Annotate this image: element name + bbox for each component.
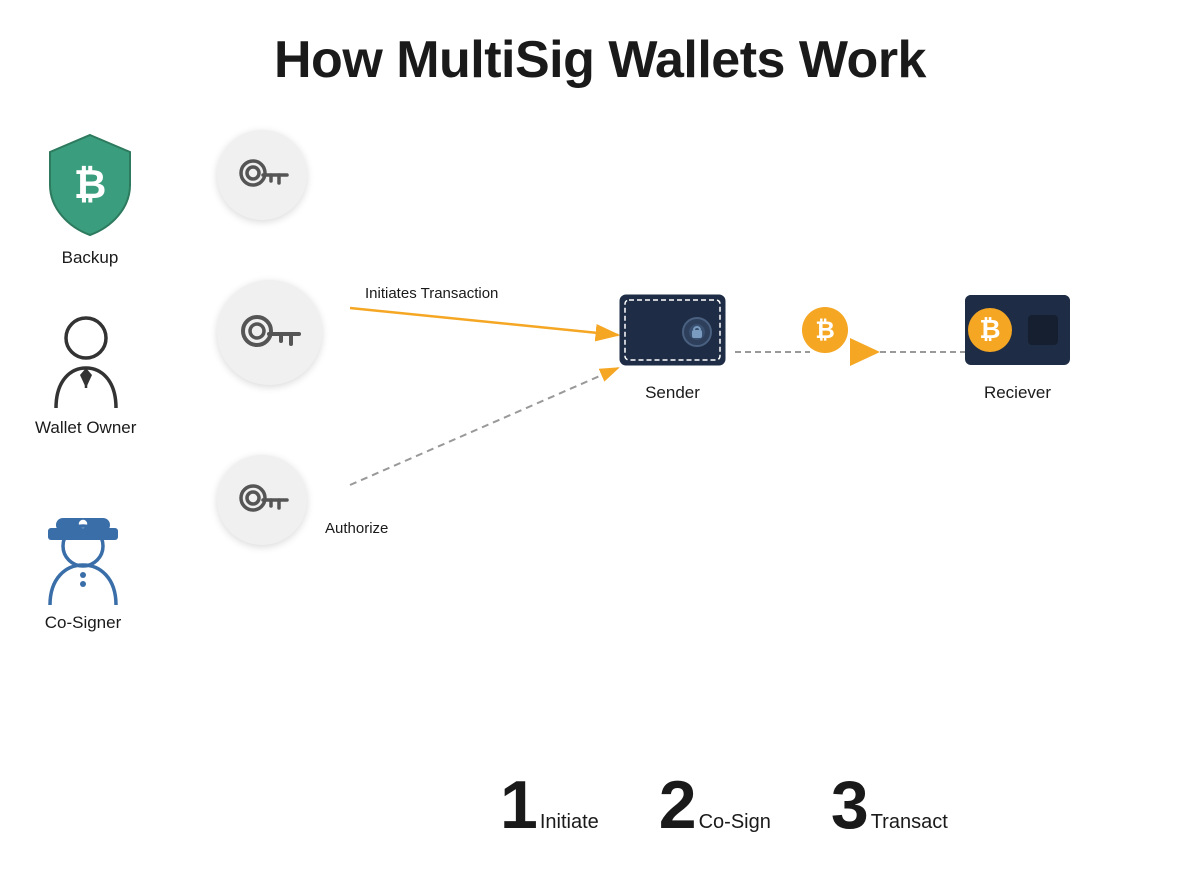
- authorize-label: Authorize: [325, 520, 388, 537]
- backup-key-icon: [235, 155, 290, 195]
- step-3-text: Transact: [871, 811, 948, 834]
- bitcoin-transfer-icon: ₿: [800, 305, 850, 360]
- wallet-owner-actor: Wallet Owner: [35, 310, 136, 438]
- wallet-owner-icon: [36, 310, 136, 410]
- step-3: 3 Transact: [831, 771, 948, 839]
- step-2: 2 Co-Sign: [659, 771, 771, 839]
- receiver-area: ₿ Reciever: [960, 280, 1075, 403]
- co-signer-key-circle: [217, 455, 307, 545]
- step-3-number: 3: [831, 771, 869, 839]
- svg-text:₿: ₿: [74, 163, 107, 207]
- step-1-number: 1: [500, 771, 538, 839]
- step-2-text: Co-Sign: [699, 811, 771, 834]
- co-signer-key-icon: [235, 480, 290, 520]
- wallet-owner-key-circle: [217, 280, 322, 385]
- svg-text:₿: ₿: [979, 314, 1000, 344]
- diagram-area: ₿ Backup Wallet Owner: [0, 110, 1200, 869]
- backup-key-circle: [217, 130, 307, 220]
- sender-area: Sender: [615, 280, 730, 403]
- steps-row: 1 Initiate 2 Co-Sign 3 Transact: [500, 771, 948, 839]
- step-2-number: 2: [659, 771, 697, 839]
- co-signer-icon: [28, 500, 138, 605]
- initiates-transaction-label: Initiates Transaction: [365, 285, 498, 302]
- arrows-overlay: [0, 110, 1200, 869]
- backup-actor: ₿ Backup: [40, 130, 140, 268]
- bitcoin-shield-icon: ₿: [40, 130, 140, 240]
- sender-wallet-icon: [615, 280, 730, 375]
- page-title: How MultiSig Wallets Work: [0, 0, 1200, 90]
- backup-label: Backup: [62, 248, 119, 268]
- svg-text:₿: ₿: [815, 317, 835, 344]
- sender-label: Sender: [645, 383, 700, 403]
- wallet-owner-label: Wallet Owner: [35, 418, 136, 438]
- co-signer-label: Co-Signer: [45, 613, 122, 633]
- step-1: 1 Initiate: [500, 771, 599, 839]
- receiver-label: Reciever: [984, 383, 1051, 403]
- step-1-text: Initiate: [540, 811, 599, 834]
- co-signer-actor: Co-Signer: [28, 500, 138, 633]
- receiver-wallet-icon: ₿: [960, 280, 1075, 375]
- wallet-owner-key-icon: [237, 309, 302, 357]
